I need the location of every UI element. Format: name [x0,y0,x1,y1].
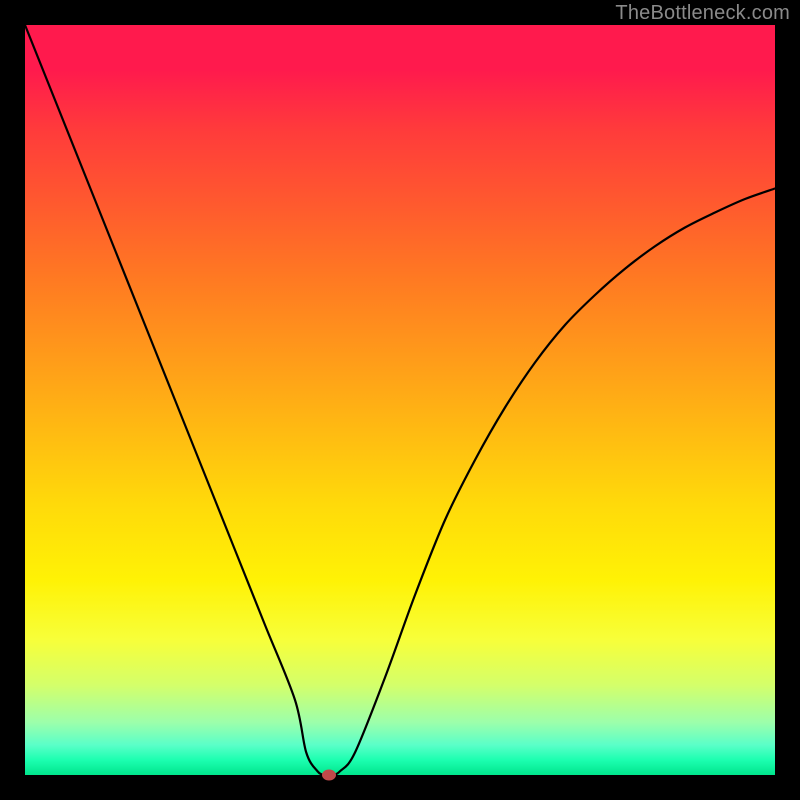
plot-area [25,25,775,775]
minimum-marker [322,770,336,781]
bottleneck-curve [25,25,775,775]
chart-frame: TheBottleneck.com [0,0,800,800]
curve-svg [25,25,775,775]
watermark-text: TheBottleneck.com [615,2,790,25]
